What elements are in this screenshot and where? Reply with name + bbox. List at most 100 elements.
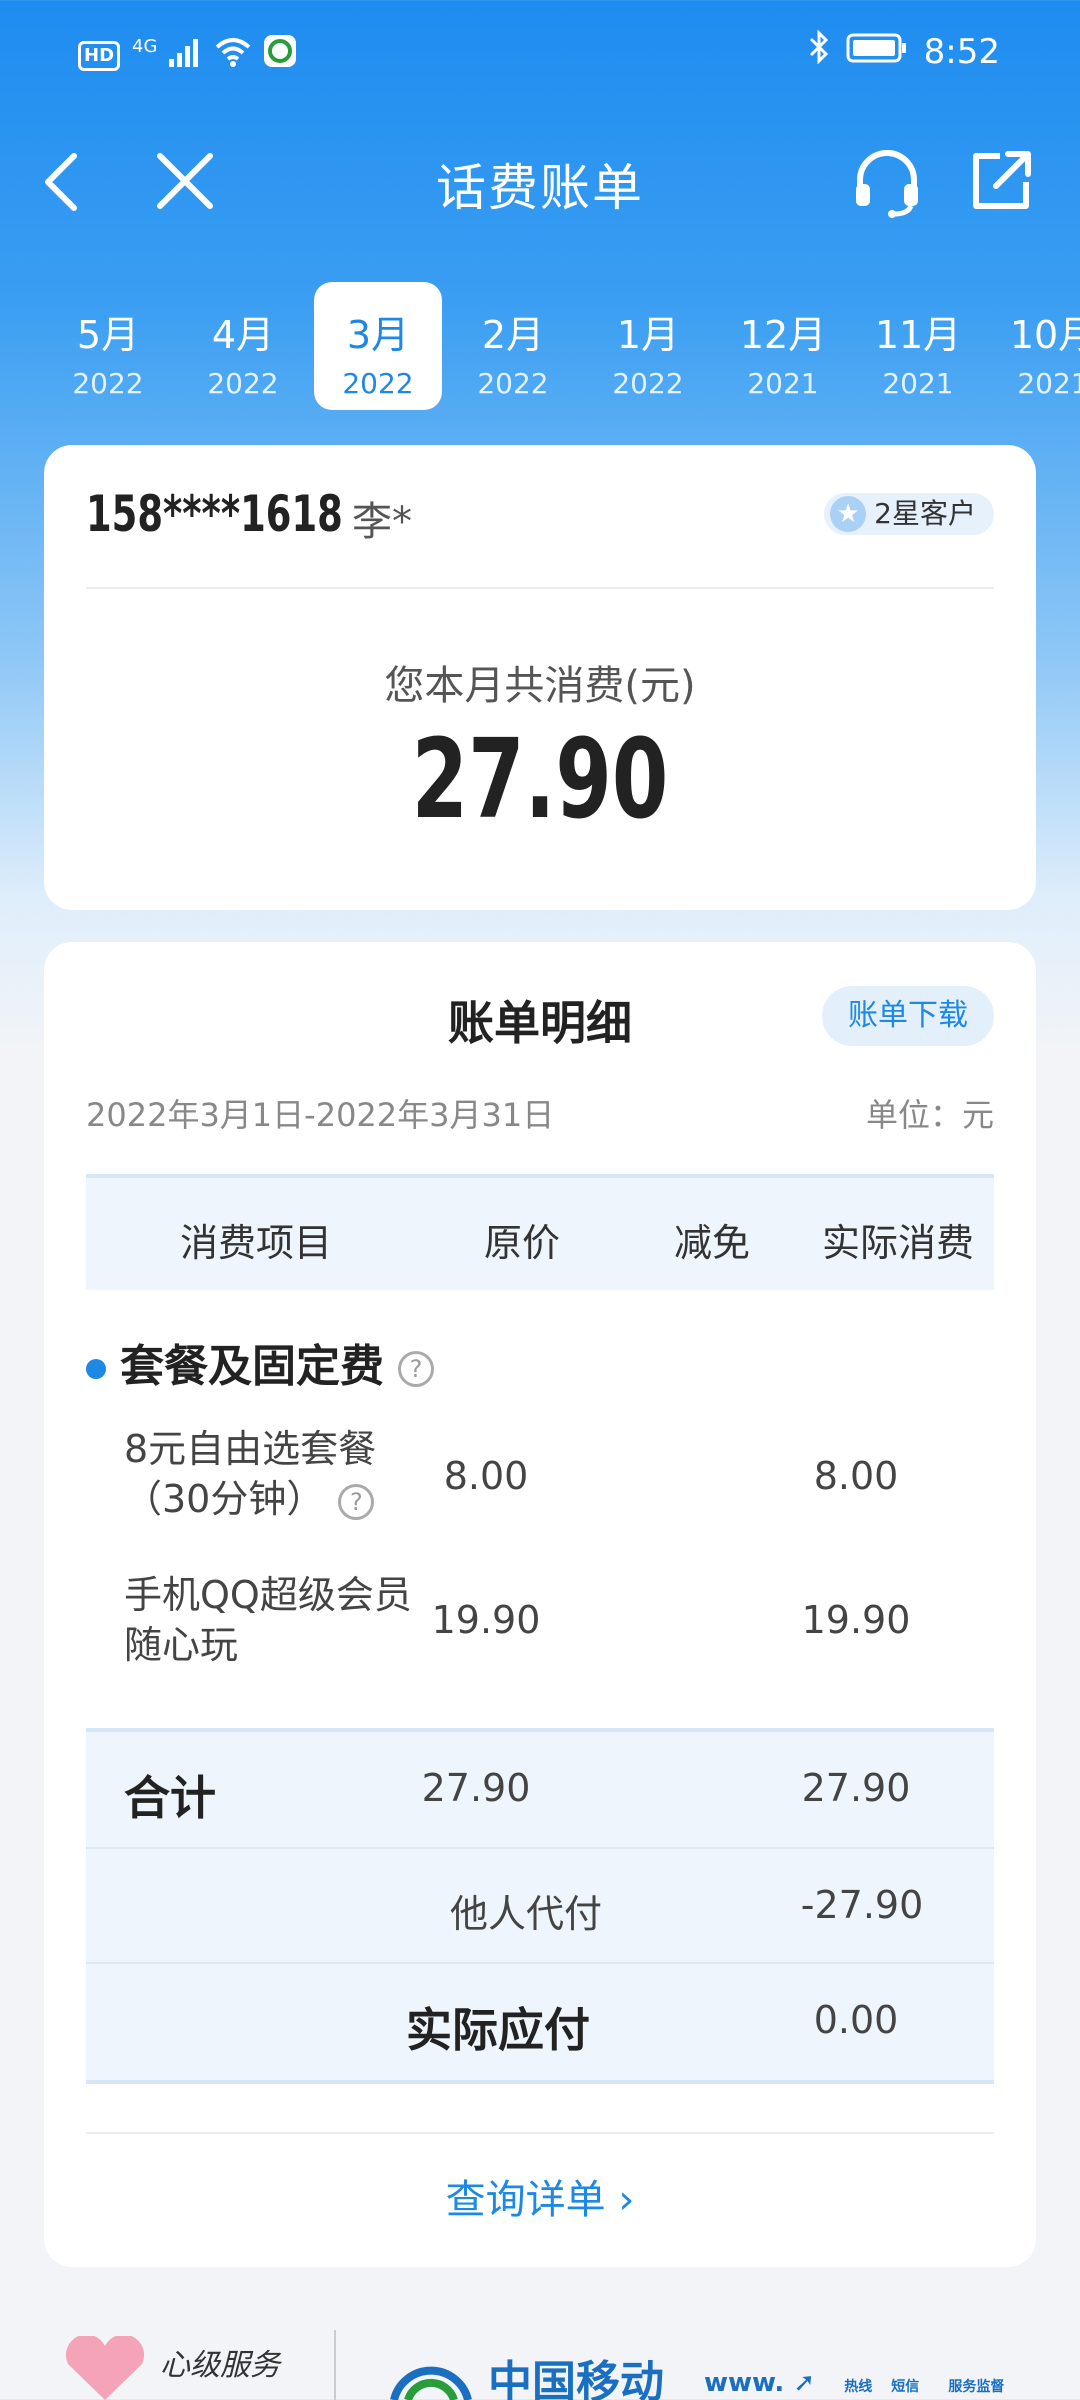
month-tab-year: 2021 <box>1017 367 1080 400</box>
total-row-original: 27.90 <box>421 1766 531 1810</box>
month-tab-year: 2021 <box>747 367 819 400</box>
footer-slogan: 心级服务 <box>160 2348 280 2383</box>
month-tab-month: 4月 <box>211 313 275 357</box>
total-amount: 27.90 <box>411 715 669 843</box>
status-right: 8:52 <box>808 29 1000 73</box>
month-tab-year: 2021 <box>882 367 954 400</box>
customer-service-icon[interactable] <box>850 146 920 218</box>
network-label: 4G <box>132 36 158 57</box>
item-name-line: 8元自由选套餐 <box>124 1427 377 1471</box>
cursor-icon: ➚ <box>793 2368 816 2398</box>
signal-icon <box>169 36 203 76</box>
item-actual: 19.90 <box>801 1598 911 1642</box>
payable-row: 实际应付 0.00 <box>86 1962 994 2077</box>
month-tab-dec-2021[interactable]: 12月 2021 <box>719 282 847 410</box>
month-tab-year: 2022 <box>72 367 144 400</box>
payable-value: 0.00 <box>813 1998 899 2042</box>
month-tab-may-2022[interactable]: 5月 2022 <box>44 282 172 410</box>
footer-link-hotline: 热线 <box>844 2379 873 2395</box>
month-tab-month: 1月 <box>616 313 680 357</box>
item-name: 手机QQ超级会员 随心玩 <box>124 1570 424 1670</box>
paid-by-other-value: -27.90 <box>800 1883 924 1927</box>
date-range: 2022年3月1日-2022年3月31日 <box>86 1096 555 1134</box>
total-row-label: 合计 <box>124 1771 216 1825</box>
paid-by-other-row: 他人代付 -27.90 <box>86 1847 994 1962</box>
help-icon[interactable]: ? <box>338 1483 375 1520</box>
month-tab-year: 2022 <box>207 367 279 400</box>
total-row-actual: 27.90 <box>801 1766 911 1810</box>
section-title-label: 套餐及固定费 <box>120 1341 384 1392</box>
item-name-line: （30分钟）? <box>124 1474 424 1524</box>
month-tab-month: 12月 <box>739 313 827 357</box>
month-tab-month: 11月 <box>874 313 962 357</box>
bill-item-row: 手机QQ超级会员 随心玩 19.90 19.90 <box>86 1570 994 1690</box>
month-tab-oct-2021[interactable]: 10月 2021 <box>989 282 1080 410</box>
footer-link-supervision: 服务监督 <box>948 2379 1005 2395</box>
month-tab-year: 2022 <box>342 367 414 400</box>
heart-logo-icon <box>60 2334 150 2400</box>
status-time: 8:52 <box>923 31 1000 72</box>
bluetooth-icon <box>808 29 830 73</box>
section-dot-icon <box>86 1359 106 1379</box>
month-tab-apr-2022[interactable]: 4月 2022 <box>179 282 307 410</box>
customer-level-badge[interactable]: ★ 2星客户 <box>824 493 994 535</box>
status-bar: HD 4G 8:52 <box>0 0 1080 110</box>
column-actual: 实际消费 <box>822 1221 975 1265</box>
query-detail-link[interactable]: 查询详单 › <box>44 2167 1036 2225</box>
month-tab-nov-2021[interactable]: 11月 2021 <box>854 282 982 410</box>
item-name-line: 随心玩 <box>124 1623 239 1667</box>
section-title: 套餐及固定费? <box>86 1330 434 1394</box>
item-original: 8.00 <box>443 1454 529 1498</box>
footer-link-www: www. <box>704 2368 785 2398</box>
footer: 心级服务 中国移动 www. ➚ 热线 短信 服务监督 <box>0 2300 1080 2400</box>
item-name-line: 手机QQ超级会员 <box>124 1573 412 1617</box>
month-tab-jan-2022[interactable]: 1月 2022 <box>584 282 712 410</box>
footer-divider <box>334 2330 336 2400</box>
month-tab-month: 10月 <box>1009 313 1080 357</box>
customer-level-label: 2星客户 <box>874 497 976 530</box>
item-original: 19.90 <box>431 1598 541 1642</box>
unit-label: 单位：元 <box>865 1096 994 1134</box>
carrier-icon <box>263 34 297 77</box>
month-tab-month: 2月 <box>481 313 545 357</box>
month-tab-mar-2022[interactable]: 3月 2022 <box>314 282 442 410</box>
divider <box>86 587 994 589</box>
title-bar: 话费账单 <box>0 130 1080 230</box>
month-tab-month: 3月 <box>346 313 410 357</box>
phone-number: 158****1618 <box>86 485 343 543</box>
bill-download-button[interactable]: 账单下载 <box>822 986 994 1046</box>
table-header: 消费项目 原价 减免 实际消费 <box>86 1174 994 1290</box>
paid-by-other-label: 他人代付 <box>449 1892 602 1936</box>
divider <box>86 2132 994 2134</box>
payable-label: 实际应付 <box>406 2003 590 2057</box>
item-actual: 8.00 <box>813 1454 899 1498</box>
column-original: 原价 <box>484 1221 561 1265</box>
share-icon[interactable] <box>966 146 1036 216</box>
user-name: 李* <box>352 499 412 545</box>
column-item: 消费项目 <box>180 1221 333 1265</box>
wifi-icon <box>215 36 251 76</box>
status-left: HD 4G <box>78 34 297 77</box>
help-icon[interactable]: ? <box>398 1351 434 1387</box>
month-tab-feb-2022[interactable]: 2月 2022 <box>449 282 577 410</box>
total-label: 您本月共消费(元) <box>384 663 696 709</box>
footer-links: www. ➚ 热线 短信 服务监督 <box>704 2368 1004 2398</box>
bill-detail-card: 账单明细 账单下载 2022年3月1日-2022年3月31日 单位：元 消费项目… <box>44 942 1036 2267</box>
china-mobile-logo-icon <box>388 2342 474 2400</box>
chevron-right-icon: › <box>618 2177 635 2223</box>
month-tab-year: 2022 <box>477 367 549 400</box>
month-tab-year: 2022 <box>612 367 684 400</box>
brand-name: 中国移动 <box>488 2357 664 2400</box>
hd-icon: HD <box>78 40 121 71</box>
query-detail-label: 查询详单 <box>445 2177 606 2223</box>
summary-block: 合计 27.90 27.90 他人代付 -27.90 实际应付 0.00 <box>86 1728 994 2084</box>
bill-item-row: 8元自由选套餐 （30分钟）? 8.00 8.00 <box>86 1424 994 1544</box>
star-icon: ★ <box>830 496 867 532</box>
footer-link-sms: 短信 <box>891 2379 920 2395</box>
item-name: 8元自由选套餐 （30分钟）? <box>124 1424 424 1524</box>
total-row: 合计 27.90 27.90 <box>86 1732 994 1847</box>
month-tab-month: 5月 <box>76 313 140 357</box>
battery-icon <box>846 32 908 72</box>
month-tabs: 5月 2022 4月 2022 3月 2022 2月 2022 1月 2022 … <box>0 282 1080 412</box>
summary-card: 158****1618 李* ★ 2星客户 您本月共消费(元) 27.90 <box>44 445 1036 910</box>
